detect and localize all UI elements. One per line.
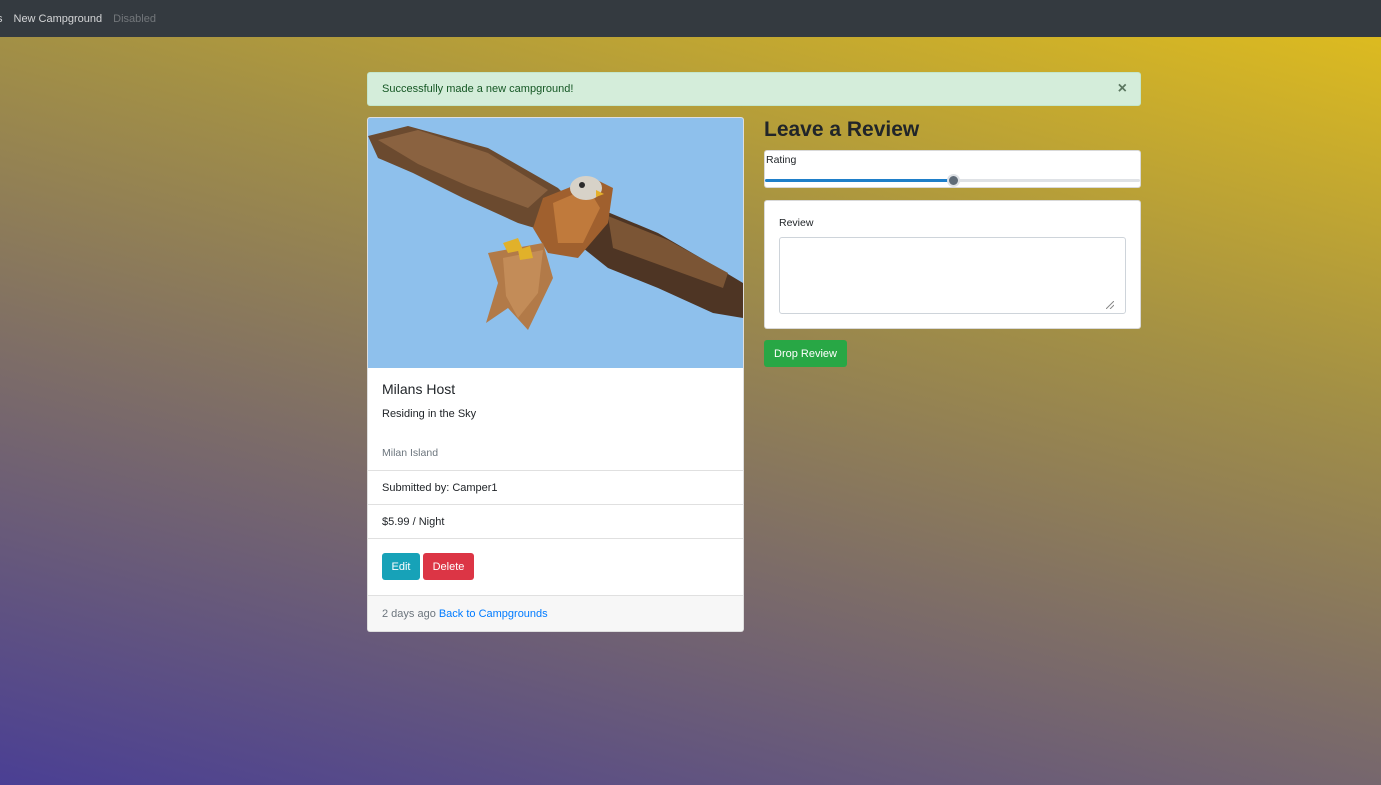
campground-description: Residing in the Sky [382,408,477,420]
review-label: Review [779,217,814,229]
edit-button[interactable]: Edit [382,553,420,580]
review-heading: Leave a Review [764,118,920,141]
rating-label: Rating [766,154,797,166]
rating-field: Rating [764,150,1141,188]
campground-card: Milans Host Residing in the Sky Milan Is… [367,117,744,632]
navbar: s New Campground Disabled [0,0,1381,37]
close-icon[interactable]: × [1118,80,1127,98]
rating-slider-fill [765,179,953,182]
delete-button[interactable]: Delete [423,553,474,580]
nav-link-campgrounds[interactable]: s [0,13,3,25]
card-footer: 2 days ago Back to Campgrounds [368,596,743,631]
submitted-by: Submitted by: Camper1 [368,471,743,505]
review-textarea[interactable] [779,237,1126,314]
card-body: Milans Host Residing in the Sky Milan Is… [368,368,743,471]
success-alert: Successfully made a new campground! × [367,72,1141,106]
campground-price: $5.99 / Night [368,505,743,539]
campground-title: Milans Host [382,381,456,397]
rating-slider[interactable] [765,174,1140,187]
back-to-campgrounds-link[interactable]: Back to Campgrounds [439,608,548,620]
nav-link-disabled: Disabled [113,12,156,25]
drop-review-button[interactable]: Drop Review [764,340,847,367]
review-field: Review [764,200,1141,329]
resize-grip-icon[interactable] [1106,301,1114,309]
card-actions: Edit Delete [368,539,743,596]
posted-time: 2 days ago [382,607,436,620]
campground-image [368,118,743,368]
rating-slider-thumb[interactable] [946,174,960,187]
nav-link-new-campground[interactable]: New Campground [14,13,103,25]
alert-message: Successfully made a new campground! [382,83,574,95]
campground-location: Milan Island [382,447,439,459]
